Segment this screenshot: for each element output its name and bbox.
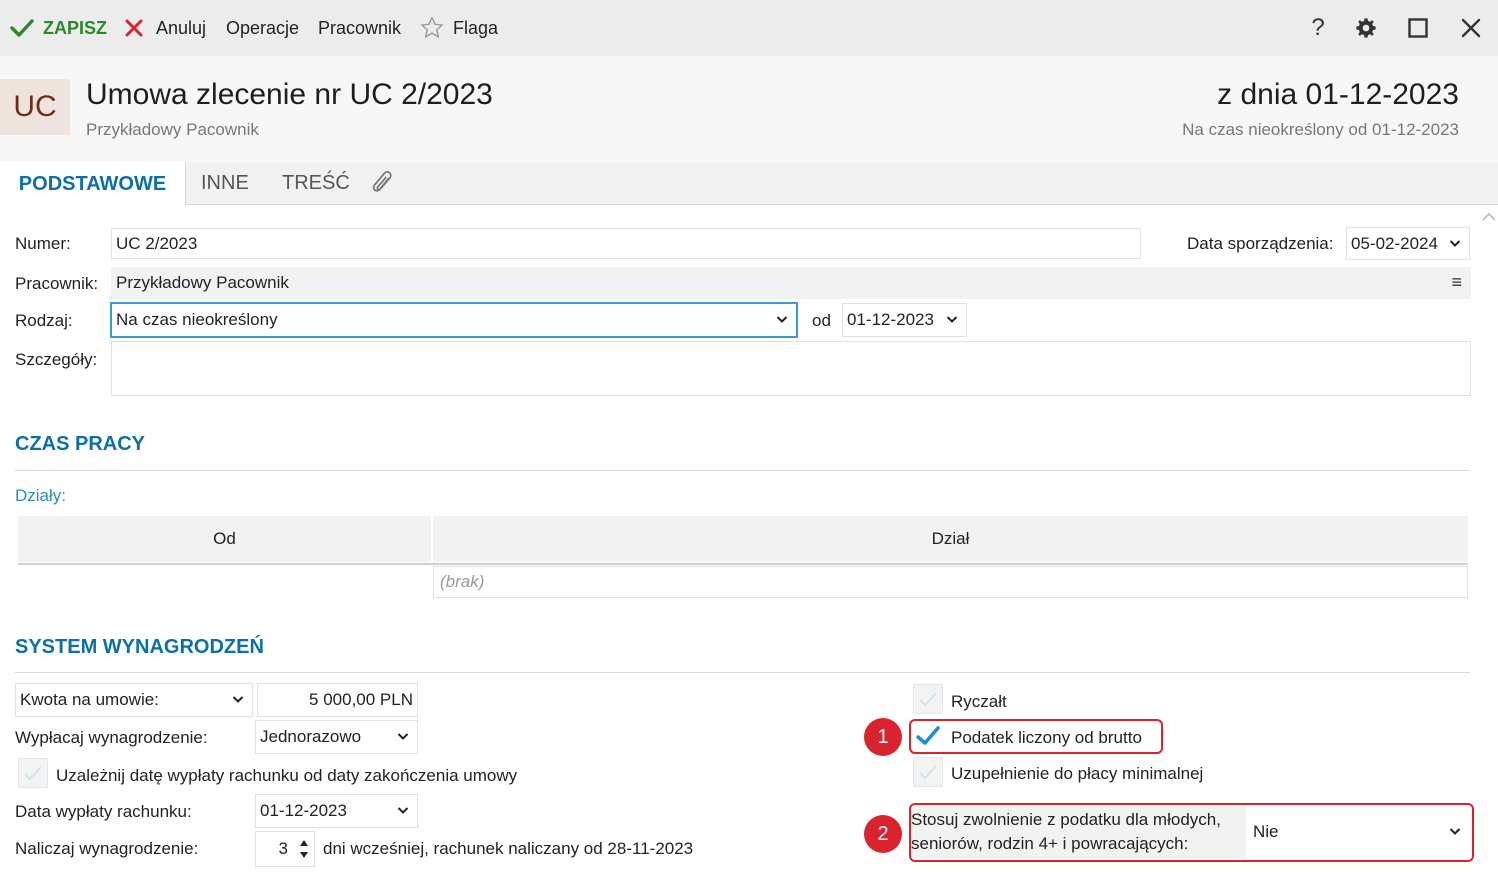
rodzaj-label: Rodzaj: [15, 311, 73, 330]
naliczaj-suffix: dni wcześniej, rachunek naliczany od 28-… [323, 839, 694, 858]
cancel-button[interactable]: Anuluj [124, 0, 206, 56]
pracownik-field[interactable]: Przykładowy Pacownik ≡ [111, 267, 1471, 299]
data-wyplaty-select[interactable]: 01-12-2023 [255, 794, 418, 828]
rodzaj-value: Na czas nieokreślony [116, 310, 278, 329]
tab-inne[interactable]: INNE [201, 162, 249, 205]
section-divider [15, 672, 1470, 673]
tab-bar: PODSTAWOWE INNE TREŚĆ [0, 162, 1498, 206]
uzaleznij-checkbox[interactable] [18, 758, 48, 788]
numer-value: UC 2/2023 [116, 233, 198, 253]
highlight-box-2 [909, 803, 1474, 862]
document-title: Umowa zlecenie nr UC 2/2023 [86, 78, 493, 111]
close-x-icon [125, 19, 143, 37]
document-type-badge: UC [0, 79, 70, 135]
numer-input[interactable]: UC 2/2023 [111, 228, 1141, 259]
document-date: z dnia 01-12-2023 [1217, 78, 1459, 111]
system-wynagrodzen-title: SYSTEM WYNAGRODZEŃ [15, 636, 264, 658]
data-sporzadzenia-value: 05-02-2024 [1351, 233, 1438, 253]
settings-button[interactable] [1346, 0, 1386, 56]
czas-pracy-title: CZAS PRACY [15, 433, 146, 455]
toolbar: ZAPISZ Anuluj Operacje Pracownik Flaga ? [0, 0, 1498, 56]
grid-header-od[interactable]: Od [18, 516, 431, 562]
checkmark-icon [24, 766, 42, 781]
uzaleznij-label: Uzależnij datę wypłaty rachunku od daty … [56, 766, 518, 785]
menu-icon[interactable]: ≡ [1451, 272, 1462, 293]
numer-label: Numer: [15, 234, 71, 253]
uzupelnienie-checkbox[interactable] [913, 757, 943, 787]
checkmark-icon [919, 765, 937, 780]
naliczaj-value: 3 [278, 839, 288, 858]
wyplacaj-select[interactable]: Jednorazowo [255, 720, 418, 754]
star-icon [421, 17, 443, 38]
data-wyplaty-value: 01-12-2023 [260, 801, 347, 820]
save-button[interactable]: ZAPISZ [10, 0, 107, 56]
scroll-up-icon[interactable] [1481, 212, 1497, 222]
checkmark-icon [919, 692, 937, 707]
ryczalt-label: Ryczałt [951, 692, 1007, 711]
annotation-badge-1: 1 [864, 718, 902, 756]
kwota-type-select[interactable]: Kwota na umowie: [15, 683, 253, 717]
annotation-badge-2: 2 [864, 815, 902, 853]
uzupelnienie-label: Uzupełnienie do płacy minimalnej [951, 764, 1204, 783]
pracownik-label: Pracownik: [15, 274, 99, 293]
rodzaj-select[interactable]: Na czas nieokreślony [110, 302, 798, 338]
close-icon [1461, 18, 1481, 38]
spin-down-icon[interactable] [299, 851, 309, 859]
checkmark-icon [10, 19, 34, 37]
operations-label: Operacje [226, 17, 300, 38]
od-date-select[interactable]: 01-12-2023 [842, 303, 967, 337]
help-button[interactable]: ? [1298, 0, 1338, 56]
chevron-down-icon [397, 807, 409, 814]
employee-menu[interactable]: Pracownik [318, 0, 401, 56]
chevron-down-icon [1449, 239, 1461, 247]
flag-label: Flaga [453, 17, 499, 38]
chevron-down-icon [232, 696, 244, 703]
wyplacaj-label: Wypłacaj wynagrodzenie: [15, 728, 208, 747]
chevron-down-icon [776, 316, 788, 323]
close-button[interactable] [1451, 0, 1491, 56]
tab-attachments[interactable] [370, 162, 396, 205]
chevron-down-icon [397, 733, 409, 740]
kwota-type-value: Kwota na umowie: [20, 690, 159, 709]
save-label: ZAPISZ [43, 17, 108, 38]
paperclip-icon [372, 170, 392, 192]
help-icon: ? [1311, 14, 1325, 41]
data-sporzadzenia-select[interactable]: 05-02-2024 [1346, 227, 1470, 260]
maximize-button[interactable] [1398, 0, 1438, 56]
cancel-label: Anuluj [156, 17, 207, 38]
data-sporzadzenia-label: Data sporządzenia: [1187, 234, 1334, 253]
operations-menu[interactable]: Operacje [226, 0, 299, 56]
kwota-value: 5 000,00 PLN [309, 690, 413, 709]
maximize-icon [1408, 18, 1428, 38]
tab-tresc[interactable]: TREŚĆ [282, 162, 350, 205]
tab-podstawowe[interactable]: PODSTAWOWE [0, 162, 186, 206]
document-period: Na czas nieokreślony od 01-12-2023 [1182, 120, 1459, 139]
chevron-down-icon [946, 316, 958, 323]
ryczalt-checkbox[interactable] [913, 684, 943, 714]
szczegoly-textarea[interactable] [111, 341, 1471, 396]
od-date-value: 01-12-2023 [847, 310, 934, 329]
highlight-box-1 [909, 719, 1163, 754]
spin-up-icon[interactable] [299, 839, 309, 847]
grid-empty-row[interactable]: (brak) [433, 566, 1468, 598]
document-header: UC Umowa zlecenie nr UC 2/2023 Przykłado… [0, 56, 1498, 162]
naliczaj-spin-buttons[interactable] [294, 831, 314, 867]
od-label: od [812, 311, 831, 330]
grid-header-divider [18, 563, 1468, 565]
pracownik-value: Przykładowy Pacownik [116, 273, 289, 292]
section-divider [15, 470, 1470, 471]
gear-icon [1356, 18, 1376, 38]
grid-empty-text: (brak) [440, 572, 485, 591]
document-subtitle: Przykładowy Pacownik [86, 120, 259, 139]
employee-label: Pracownik [318, 17, 402, 38]
wyplacaj-value: Jednorazowo [260, 727, 362, 746]
grid-header-dzial[interactable]: Dział [433, 516, 1468, 562]
naliczaj-label: Naliczaj wynagrodzenie: [15, 839, 199, 858]
dzialy-label: Działy: [15, 486, 67, 505]
data-wyplaty-label: Data wypłaty rachunku: [15, 802, 192, 821]
kwota-input[interactable]: 5 000,00 PLN [257, 683, 418, 717]
flag-button[interactable]: Flaga [419, 0, 498, 56]
szczegoly-label: Szczegóły: [15, 350, 98, 369]
